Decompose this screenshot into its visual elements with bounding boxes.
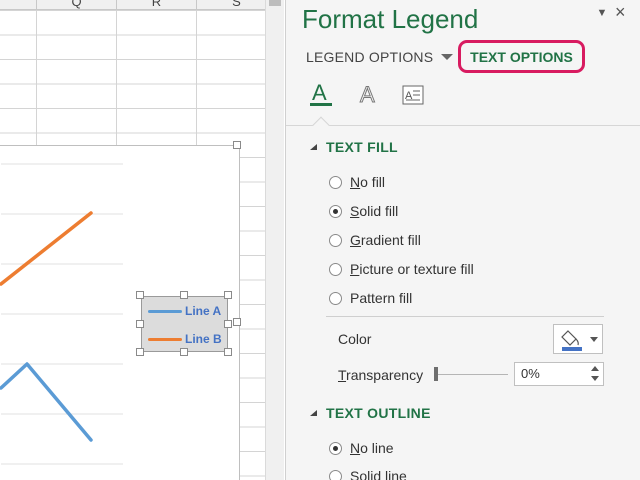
column-headers: Q R S	[0, 0, 265, 10]
worksheet-grid[interactable]: Q R S Line A Line B	[0, 0, 265, 480]
section-text-outline[interactable]: TEXT OUTLINE	[310, 405, 431, 421]
divider	[326, 316, 604, 317]
column-header-r[interactable]: R	[116, 0, 196, 9]
legend-resize-handle[interactable]	[224, 348, 232, 356]
svg-text:A: A	[312, 80, 327, 105]
legend-resize-handle[interactable]	[224, 291, 232, 299]
collapse-triangle-icon	[310, 410, 317, 416]
transparency-label: Transparency	[338, 367, 424, 383]
column-header-s[interactable]: S	[196, 0, 265, 9]
radio-button[interactable]	[329, 175, 342, 189]
text-fill-outline-icon[interactable]: A	[308, 80, 334, 110]
spin-down-icon[interactable]	[591, 376, 599, 381]
legend-swatch	[148, 309, 182, 313]
tab-text-options[interactable]: TEXT OPTIONS	[458, 40, 585, 73]
transparency-input[interactable]: 0%	[514, 362, 604, 386]
section-text-fill[interactable]: TEXT FILL	[310, 139, 398, 155]
dropdown-arrow-icon	[441, 54, 454, 60]
color-picker-button[interactable]	[553, 324, 603, 354]
legend-resize-handle[interactable]	[224, 320, 232, 328]
radio-picture-fill[interactable]: Picture or texture fill	[329, 261, 474, 277]
radio-solid-line[interactable]: Solid line	[329, 468, 407, 480]
radio-button[interactable]	[329, 441, 342, 455]
chart-legend[interactable]: Line A Line B	[141, 296, 228, 352]
radio-label: Picture or texture fill	[350, 261, 474, 277]
legend-swatch	[148, 337, 182, 341]
radio-button[interactable]	[329, 233, 342, 247]
radio-no-fill[interactable]: No fill	[329, 174, 385, 190]
pane-title: Format Legend	[302, 4, 479, 34]
format-legend-pane: Format Legend ▼ × LEGEND OPTIONS TEXT OP…	[285, 0, 640, 480]
close-button[interactable]: ×	[615, 3, 626, 21]
radio-button[interactable]	[329, 204, 342, 218]
tab-legend-options[interactable]: LEGEND OPTIONS	[306, 49, 454, 65]
legend-entry-line-a[interactable]: Line A	[148, 304, 221, 318]
radio-gradient-fill[interactable]: Gradient fill	[329, 232, 421, 248]
radio-button[interactable]	[329, 291, 342, 305]
legend-resize-handle[interactable]	[180, 348, 188, 356]
legend-label: Line A	[185, 304, 222, 318]
spin-up-icon[interactable]	[591, 366, 599, 371]
series-line-a	[0, 362, 93, 442]
legend-entry-line-b[interactable]: Line B	[148, 332, 222, 346]
section-title: TEXT FILL	[326, 139, 398, 155]
transparency-slider-track[interactable]	[438, 374, 508, 375]
svg-text:A: A	[360, 82, 375, 107]
chart-resize-handle[interactable]	[233, 141, 241, 149]
textbox-icon[interactable]: A	[401, 80, 427, 110]
tab-label: LEGEND OPTIONS	[306, 49, 434, 65]
radio-label: Solid fill	[350, 203, 399, 219]
collapse-triangle-icon	[310, 144, 317, 150]
color-label: Color	[338, 331, 372, 347]
text-effects-icon[interactable]: A	[356, 80, 382, 110]
transparency-slider-thumb[interactable]	[434, 367, 438, 381]
radio-button[interactable]	[329, 469, 342, 480]
transparency-value: 0%	[521, 366, 540, 381]
radio-no-line[interactable]: No line	[329, 440, 394, 456]
subtab-divider	[286, 125, 640, 126]
legend-label: Line B	[185, 332, 222, 346]
radio-label: No line	[350, 440, 394, 456]
scrollbar-thumb[interactable]	[269, 0, 281, 6]
chart-resize-handle[interactable]	[233, 318, 241, 326]
legend-resize-handle[interactable]	[136, 291, 144, 299]
radio-label: Solid line	[350, 468, 407, 480]
radio-label: Gradient fill	[350, 232, 421, 248]
vertical-scrollbar[interactable]	[265, 0, 284, 480]
chevron-down-icon[interactable]: ▼	[595, 8, 609, 19]
radio-label: Pattern fill	[350, 290, 413, 306]
chart-gridlines	[1, 163, 123, 465]
radio-pattern-fill[interactable]: Pattern fill	[329, 290, 412, 306]
radio-label: No fill	[350, 174, 386, 190]
radio-solid-fill[interactable]: Solid fill	[329, 203, 398, 219]
section-title: TEXT OUTLINE	[326, 405, 431, 421]
dropdown-arrow-icon	[590, 337, 598, 342]
series-line-b	[0, 211, 93, 286]
column-header-q[interactable]: Q	[36, 0, 116, 9]
radio-button[interactable]	[329, 262, 342, 276]
subtab-caret	[312, 116, 330, 134]
paint-bucket-icon	[561, 330, 582, 351]
legend-resize-handle[interactable]	[136, 320, 144, 328]
legend-resize-handle[interactable]	[136, 348, 144, 356]
legend-resize-handle[interactable]	[180, 291, 188, 299]
